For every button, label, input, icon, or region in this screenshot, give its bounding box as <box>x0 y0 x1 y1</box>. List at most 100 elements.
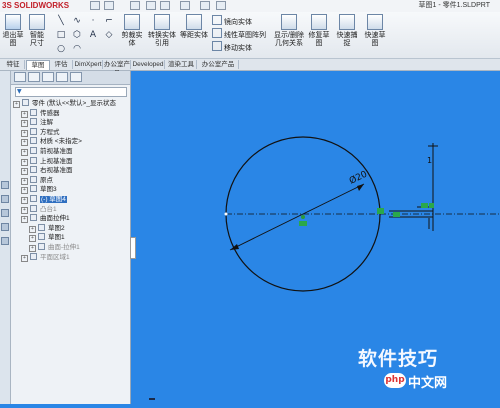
trim-entities-button[interactable]: 剪裁实体 <box>120 14 144 48</box>
display-relations-button[interactable]: 显示/删除几何关系 <box>274 14 304 48</box>
tree-expander-icon[interactable]: + <box>21 129 28 137</box>
tab-developed[interactable]: Developed <box>132 60 165 69</box>
tree-item-label: (-) 草图4 <box>40 196 67 203</box>
tree-item[interactable]: + 平面区域1 <box>21 252 70 262</box>
tree-expander-icon[interactable]: + <box>21 168 28 176</box>
plane-tool-icon[interactable]: ◇ <box>104 30 114 40</box>
text-tool-icon[interactable]: A <box>88 30 98 40</box>
quick-snaps-button[interactable]: 快速捕捉 <box>334 14 360 48</box>
tab-dimxpert[interactable]: DimXpert <box>74 60 103 69</box>
property-tab-icon[interactable] <box>28 72 40 82</box>
tree-expander-icon[interactable]: + <box>21 110 28 118</box>
line-tool-icon[interactable]: ╲ <box>56 16 66 26</box>
tree-item-label: 草图1 <box>48 234 65 242</box>
tree-filter-input[interactable]: ▼ <box>15 87 127 97</box>
tab-sketch[interactable]: 草图 <box>26 60 50 70</box>
config-tab-icon[interactable] <box>42 72 54 82</box>
diameter-dimension-text[interactable]: Ø20 <box>347 169 369 187</box>
tree-item[interactable]: + 右视基准面 <box>21 166 73 176</box>
point-tool-icon[interactable]: · <box>88 16 98 26</box>
tree-expander-icon[interactable]: + <box>21 206 28 214</box>
tree-node-icon <box>30 108 37 116</box>
tree-item[interactable]: + 曲面拉伸1 <box>21 214 70 224</box>
tab-render-tools[interactable]: 渲染工具 <box>166 60 197 69</box>
undo-icon[interactable] <box>160 1 170 10</box>
tree-expander-icon[interactable]: + <box>29 225 36 233</box>
move-entities-button[interactable]: 移动实体 <box>212 41 272 53</box>
tree-expander-icon[interactable]: + <box>29 235 36 243</box>
rectangle-tool-icon[interactable]: □ <box>56 30 66 40</box>
tree-expander-icon[interactable]: + <box>21 187 28 195</box>
tree-item[interactable]: + 传感器 <box>21 108 60 118</box>
panel-tabs <box>11 71 130 85</box>
tree-item[interactable]: + 上视基准面 <box>21 156 73 166</box>
mirror-entities-button[interactable]: 镜向实体 <box>212 15 272 27</box>
relation-icon-4 <box>429 203 434 208</box>
convert-entities-button[interactable]: 转换实体引用 <box>148 14 176 48</box>
tab-office-products[interactable]: 办公室产品 <box>198 60 239 69</box>
tree-expander-icon[interactable]: + <box>21 158 28 166</box>
vertical-dimension-text[interactable]: 1 <box>427 156 432 165</box>
feature-tree-tab-icon[interactable] <box>14 72 26 82</box>
tree-item[interactable]: + 草图1 <box>29 233 65 243</box>
center-point[interactable] <box>301 215 305 219</box>
tree-expander-icon[interactable]: + <box>13 101 20 108</box>
tree-item[interactable]: + 草图3 <box>21 185 57 195</box>
tree-item-label: 上视基准面 <box>40 157 73 165</box>
tab-office[interactable]: 办公室产品 <box>104 60 131 77</box>
tool-icon-4[interactable] <box>1 223 9 231</box>
tree-expander-icon[interactable]: + <box>21 120 28 128</box>
select-icon[interactable] <box>180 1 190 10</box>
tree-item[interactable]: + 凸台1 <box>21 204 57 214</box>
tree-item[interactable]: + 草图2 <box>29 223 65 233</box>
dimxpert-tab-icon[interactable] <box>56 72 68 82</box>
save-icon[interactable] <box>130 1 140 10</box>
spline-tool-icon[interactable]: ∿ <box>72 16 82 26</box>
graphics-area[interactable]: Ø20 1 <box>131 71 500 404</box>
tree-expander-icon[interactable]: + <box>21 197 28 204</box>
tree-item[interactable]: + 原点 <box>21 175 53 185</box>
tab-evaluate[interactable]: 评估 <box>50 60 73 69</box>
options-icon[interactable] <box>216 1 226 10</box>
rapid-sketch-button[interactable]: 快速草图 <box>362 14 388 48</box>
tree-expander-icon[interactable]: + <box>21 149 28 156</box>
tree-node-icon <box>38 243 45 250</box>
tree-item[interactable]: + 注解 <box>21 118 53 128</box>
arc-tool-icon[interactable]: ◠ <box>72 44 82 54</box>
tree-item[interactable]: + 零件 (默认<<默认>_显示状态 <box>13 99 116 108</box>
offset-entities-button[interactable]: 等距实体 <box>180 14 208 40</box>
display-tab-icon[interactable] <box>70 72 82 82</box>
linear-pattern-button[interactable]: 线性草图阵列 <box>212 28 282 40</box>
polygon-tool-icon[interactable]: ⬡ <box>72 30 82 40</box>
tree-expander-icon[interactable]: + <box>21 139 28 147</box>
tree-expander-icon[interactable]: + <box>29 245 36 252</box>
tree-item[interactable]: + 曲面-拉伸1 <box>29 243 80 252</box>
tool-icon-2[interactable] <box>1 195 9 203</box>
new-file-icon[interactable] <box>90 1 100 10</box>
tree-expander-icon[interactable]: + <box>21 177 28 185</box>
tree-item[interactable]: + 前视基准面 <box>21 147 73 156</box>
rebuild-icon[interactable] <box>200 1 210 10</box>
tree-item[interactable]: + 材质 <未指定> <box>21 137 82 147</box>
circle-tool-icon[interactable]: ○ <box>56 44 66 54</box>
open-file-icon[interactable] <box>104 1 114 10</box>
tree-item[interactable]: + (-) 草图4 <box>21 195 67 204</box>
tool-icon-3[interactable] <box>1 209 9 217</box>
smart-dimension-button[interactable]: 智能尺寸 <box>27 14 47 48</box>
tab-features[interactable]: 特征 <box>2 60 25 69</box>
app-logo: 3S SOLIDWORKS <box>2 1 70 10</box>
print-icon[interactable] <box>146 1 156 10</box>
tree-item[interactable]: + 方程式 <box>21 127 60 137</box>
tree-expander-icon[interactable]: + <box>21 216 28 224</box>
quadrant-point[interactable] <box>224 212 228 216</box>
tree-item-label: 凸台1 <box>40 205 57 213</box>
repair-sketch-button[interactable]: 修复草图 <box>306 14 332 48</box>
move-icon <box>212 41 222 51</box>
tree-item-label: 平面区域1 <box>40 253 70 261</box>
tool-icon-1[interactable] <box>1 181 9 189</box>
diameter-dimension-line[interactable] <box>229 183 365 251</box>
exit-sketch-button[interactable]: 退出草图 <box>2 14 24 48</box>
tool-icon-5[interactable] <box>1 237 9 245</box>
fillet-tool-icon[interactable]: ⌐ <box>104 16 114 26</box>
tree-expander-icon[interactable]: + <box>21 254 28 262</box>
